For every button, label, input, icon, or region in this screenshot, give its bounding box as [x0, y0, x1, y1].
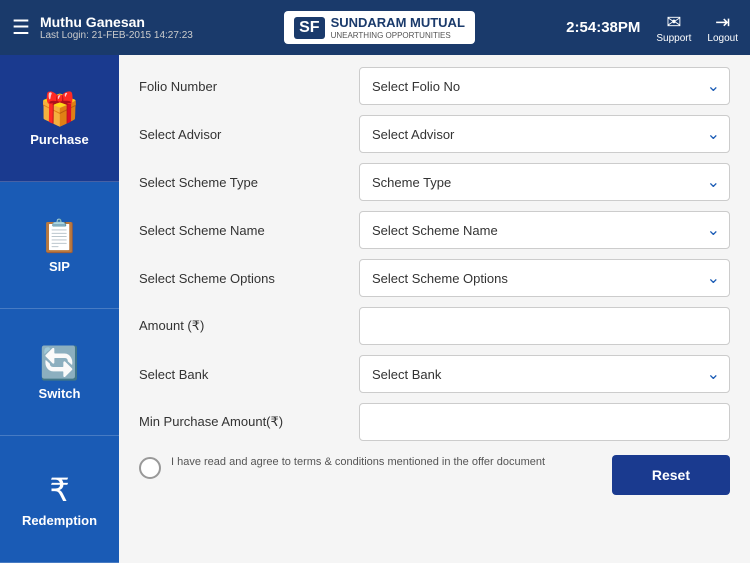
- sidebar-item-sip[interactable]: 📋 SIP: [0, 182, 119, 309]
- sidebar-item-switch[interactable]: 🔄 Switch: [0, 309, 119, 436]
- time-display: 2:54:38PM: [566, 19, 640, 36]
- logout-label: Logout: [707, 33, 738, 44]
- sidebar-item-redemption[interactable]: ₹ Redemption: [0, 436, 119, 563]
- amount-row: Amount (₹): [139, 307, 730, 345]
- scheme-options-row: Select Scheme Options Select Scheme Opti…: [139, 259, 730, 297]
- folio-select[interactable]: Select Folio No: [359, 67, 730, 105]
- scheme-name-select[interactable]: Select Scheme Name: [359, 211, 730, 249]
- amount-input[interactable]: [359, 307, 730, 345]
- folio-row: Folio Number Select Folio No ⌄: [139, 67, 730, 105]
- scheme-type-row: Select Scheme Type Scheme Type ⌄: [139, 163, 730, 201]
- sidebar: 🎁 Purchase 📋 SIP 🔄 Switch ₹ Redemption: [0, 55, 119, 563]
- folio-label: Folio Number: [139, 79, 359, 94]
- header-left: ☰ Muthu Ganesan Last Login: 21-FEB-2015 …: [12, 14, 193, 41]
- terms-text: I have read and agree to terms & conditi…: [171, 455, 545, 470]
- support-button[interactable]: ✉ Support: [656, 12, 691, 44]
- advisor-row: Select Advisor Select Advisor ⌄: [139, 115, 730, 153]
- user-info: Muthu Ganesan Last Login: 21-FEB-2015 14…: [40, 14, 193, 41]
- scheme-name-row: Select Scheme Name Select Scheme Name ⌄: [139, 211, 730, 249]
- sidebar-label-purchase: Purchase: [30, 132, 89, 147]
- scheme-name-label: Select Scheme Name: [139, 223, 359, 238]
- content-area: Folio Number Select Folio No ⌄ Select Ad…: [119, 55, 750, 563]
- sidebar-label-redemption: Redemption: [22, 513, 97, 528]
- main-layout: 🎁 Purchase 📋 SIP 🔄 Switch ₹ Redemption F…: [0, 55, 750, 563]
- logo-brand: SUNDARAM MUTUAL: [331, 15, 465, 31]
- bank-select-wrapper: Select Bank ⌄: [359, 355, 730, 393]
- min-purchase-row: Min Purchase Amount(₹): [139, 403, 730, 441]
- scheme-type-label: Select Scheme Type: [139, 175, 359, 190]
- bank-label: Select Bank: [139, 367, 359, 382]
- last-login: Last Login: 21-FEB-2015 14:27:23: [40, 30, 193, 41]
- switch-icon: 🔄: [40, 344, 80, 382]
- support-label: Support: [656, 33, 691, 44]
- scheme-options-select[interactable]: Select Scheme Options: [359, 259, 730, 297]
- header-right: 2:54:38PM ✉ Support ⇥ Logout: [566, 12, 738, 44]
- bottom-row: I have read and agree to terms & conditi…: [139, 455, 730, 495]
- scheme-options-select-wrapper: Select Scheme Options ⌄: [359, 259, 730, 297]
- sip-icon: 📋: [40, 217, 80, 255]
- amount-label: Amount (₹): [139, 318, 359, 334]
- advisor-select[interactable]: Select Advisor: [359, 115, 730, 153]
- scheme-type-select-wrapper: Scheme Type ⌄: [359, 163, 730, 201]
- app-header: ☰ Muthu Ganesan Last Login: 21-FEB-2015 …: [0, 0, 750, 55]
- sidebar-item-purchase[interactable]: 🎁 Purchase: [0, 55, 119, 182]
- header-center: SF SUNDARAM MUTUAL UNEARTHING OPPORTUNIT…: [284, 11, 475, 44]
- bank-select[interactable]: Select Bank: [359, 355, 730, 393]
- logo-container: SF SUNDARAM MUTUAL UNEARTHING OPPORTUNIT…: [284, 11, 475, 44]
- min-purchase-input[interactable]: [359, 403, 730, 441]
- folio-select-wrapper: Select Folio No ⌄: [359, 67, 730, 105]
- user-name: Muthu Ganesan: [40, 14, 193, 30]
- sidebar-label-sip: SIP: [49, 259, 70, 274]
- terms-checkbox[interactable]: [139, 457, 161, 479]
- logout-icon: ⇥: [707, 12, 738, 33]
- scheme-type-select[interactable]: Scheme Type: [359, 163, 730, 201]
- scheme-options-label: Select Scheme Options: [139, 271, 359, 286]
- purchase-icon: 🎁: [40, 90, 80, 128]
- logo-text: SUNDARAM MUTUAL UNEARTHING OPPORTUNITIES: [331, 15, 465, 40]
- logo-sf: SF: [294, 17, 324, 39]
- redemption-icon: ₹: [49, 471, 69, 509]
- hamburger-icon[interactable]: ☰: [12, 15, 30, 40]
- support-icon: ✉: [656, 12, 691, 33]
- logo-tagline: UNEARTHING OPPORTUNITIES: [331, 31, 465, 41]
- logout-button[interactable]: ⇥ Logout: [707, 12, 738, 44]
- reset-button[interactable]: Reset: [612, 455, 730, 495]
- advisor-select-wrapper: Select Advisor ⌄: [359, 115, 730, 153]
- advisor-label: Select Advisor: [139, 127, 359, 142]
- terms-section: I have read and agree to terms & conditi…: [139, 455, 592, 479]
- scheme-name-select-wrapper: Select Scheme Name ⌄: [359, 211, 730, 249]
- min-purchase-label: Min Purchase Amount(₹): [139, 414, 359, 430]
- sidebar-label-switch: Switch: [39, 386, 81, 401]
- bank-row: Select Bank Select Bank ⌄: [139, 355, 730, 393]
